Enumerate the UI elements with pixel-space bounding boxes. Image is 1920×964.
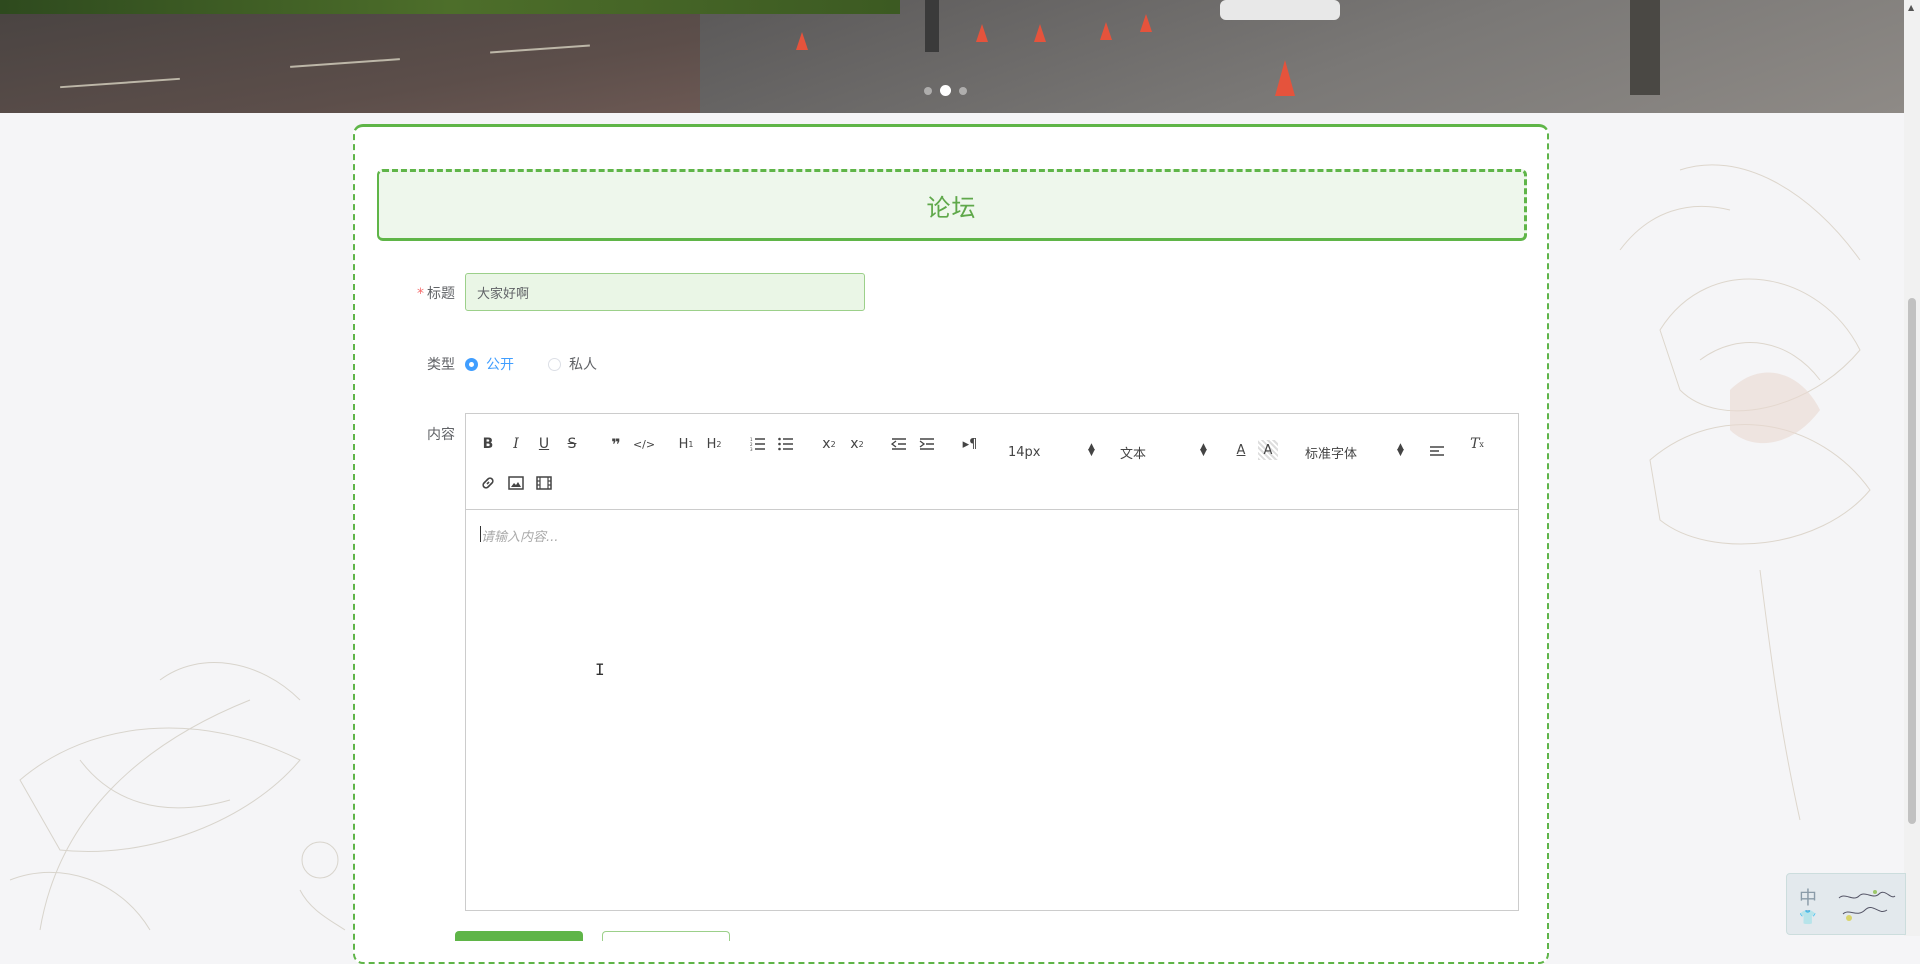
banner-grass [0, 0, 900, 14]
editor-toolbar: B I U S ❞ </> H1 H2 123 x2 x2 ▸¶ 14px ▲ ▼… [466, 414, 1518, 510]
traffic-cone [1140, 14, 1152, 32]
traffic-cone [1100, 22, 1112, 40]
carousel-indicators [924, 85, 967, 96]
indent-icon[interactable] [917, 434, 937, 454]
ibeam-cursor-icon: I [595, 660, 605, 679]
font-family-picker-label: 标准字体 [1305, 446, 1358, 462]
font-size-picker[interactable]: 14px ▲ ▼ [1008, 442, 1098, 460]
picker-arrows-icon: ▲ ▼ [1200, 442, 1207, 458]
ime-mode[interactable]: 中 [1799, 884, 1817, 910]
text-direction-icon[interactable]: ▸¶ [959, 434, 981, 454]
font-color-icon[interactable]: A [1231, 440, 1251, 460]
banner-car [1220, 0, 1340, 20]
link-icon[interactable] [478, 473, 498, 493]
required-mark: * [417, 286, 424, 302]
scroll-up-arrow-icon[interactable]: ▲ [1908, 3, 1914, 12]
blockquote-icon[interactable]: ❞ [606, 434, 626, 454]
image-icon[interactable] [506, 473, 526, 493]
font-family-picker[interactable]: 标准字体 ▲ ▼ [1305, 442, 1405, 462]
street-post [1630, 0, 1660, 95]
video-icon[interactable] [534, 473, 554, 493]
header-1-icon[interactable]: H1 [675, 434, 697, 454]
page-scrollbar[interactable]: ▲ [1904, 0, 1920, 936]
ime-handwriting-icon [1838, 890, 1896, 921]
traffic-cone [796, 32, 808, 50]
header-picker-label: 文本 [1120, 446, 1147, 462]
radio-private-label: 私人 [569, 357, 597, 373]
floral-background-right [1619, 164, 1871, 821]
traffic-cone [976, 24, 988, 42]
carousel-dot[interactable] [924, 86, 932, 95]
subscript-icon[interactable]: x2 [818, 434, 840, 454]
ime-skin-icon[interactable]: 👕 [1799, 910, 1816, 926]
radio-public-circle[interactable] [465, 357, 478, 371]
carousel-dot-active[interactable] [940, 85, 951, 96]
carousel-dot[interactable] [959, 86, 967, 95]
street-post [925, 0, 939, 52]
title-input[interactable] [465, 273, 865, 311]
title-label: * 标题 [385, 283, 455, 303]
underline-icon[interactable]: U [534, 434, 554, 454]
radio-private[interactable]: 私人 [548, 354, 597, 374]
svg-text:3: 3 [750, 447, 753, 451]
type-label: 类型 [427, 357, 455, 373]
text-caret [480, 526, 481, 542]
outdent-icon[interactable] [889, 434, 909, 454]
radio-public-label: 公开 [486, 357, 514, 373]
radio-public[interactable]: 公开 [465, 354, 514, 374]
bullet-list-icon[interactable] [776, 434, 796, 454]
picker-arrows-icon: ▲ ▼ [1088, 442, 1095, 458]
panel-header: 论坛 [377, 169, 1527, 241]
content-label: 内容 [427, 427, 455, 443]
submit-button[interactable] [455, 931, 583, 941]
scrollbar-thumb[interactable] [1908, 298, 1916, 824]
traffic-cone [1275, 60, 1295, 96]
background-color-icon[interactable]: A [1258, 440, 1278, 460]
clear-format-icon[interactable]: Tx [1466, 434, 1488, 454]
rich-text-editor: B I U S ❞ </> H1 H2 123 x2 x2 ▸¶ 14px ▲ ▼… [465, 413, 1519, 911]
reset-button[interactable] [602, 931, 730, 941]
floral-background-left [9, 662, 346, 931]
italic-icon[interactable]: I [506, 434, 526, 454]
traffic-cone [1034, 24, 1046, 42]
align-icon[interactable] [1427, 441, 1447, 461]
superscript-icon[interactable]: x2 [846, 434, 868, 454]
page-title: 论坛 [926, 193, 977, 222]
editor-placeholder: 请输入内容... [481, 530, 559, 545]
strikethrough-icon[interactable]: S [562, 434, 582, 454]
ordered-list-icon[interactable]: 123 [748, 434, 768, 454]
ime-widget[interactable]: 中 👕 [1786, 873, 1906, 935]
radio-private-circle[interactable] [548, 357, 561, 371]
hero-banner-image [0, 0, 1904, 113]
bold-icon[interactable]: B [478, 434, 498, 454]
editor-content-area[interactable] [466, 510, 1518, 910]
font-size-picker-label: 14px [1008, 444, 1041, 460]
code-block-icon[interactable]: </> [633, 434, 655, 454]
picker-arrows-icon: ▲ ▼ [1397, 442, 1404, 458]
header-2-icon[interactable]: H2 [703, 434, 725, 454]
header-picker[interactable]: 文本 ▲ ▼ [1120, 442, 1210, 462]
title-label-text: 标题 [427, 286, 455, 302]
